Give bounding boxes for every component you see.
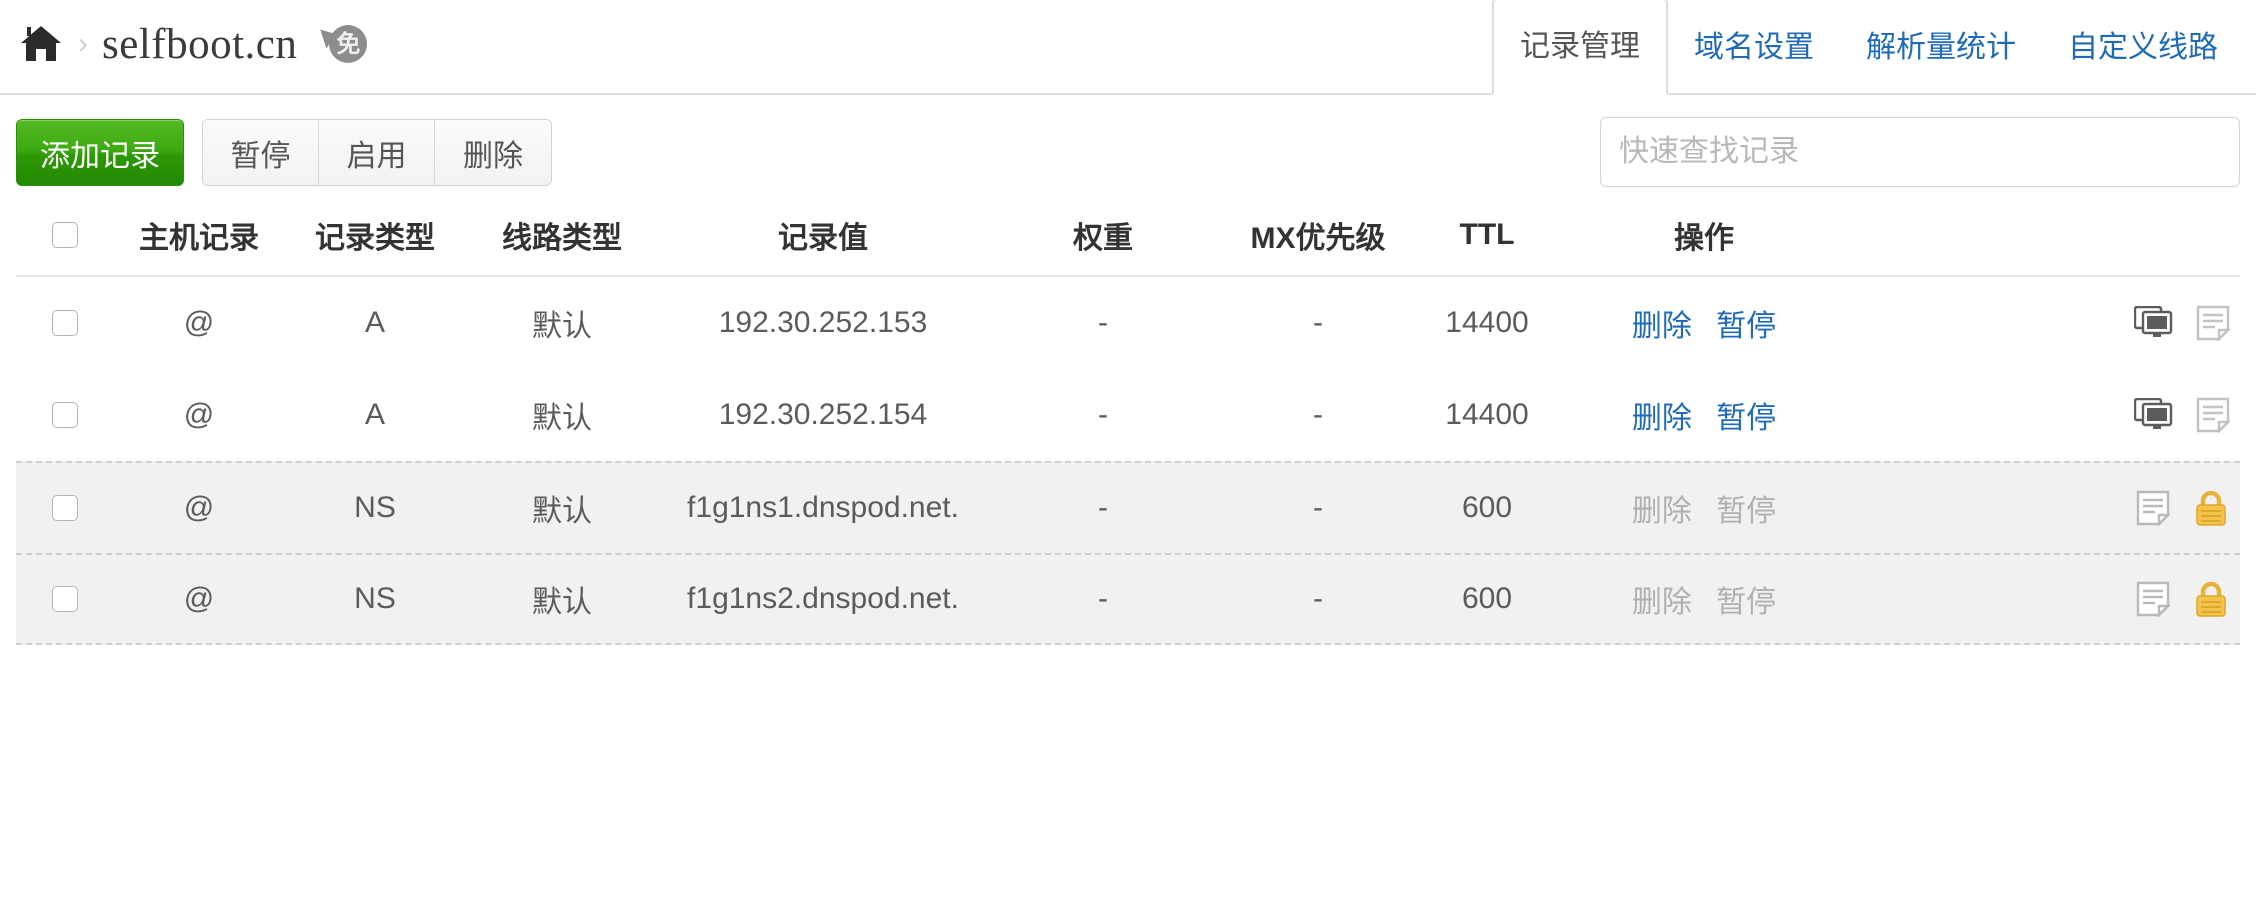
tab-domain-settings[interactable]: 域名设置 xyxy=(1668,0,1840,95)
row-delete-link: 删除 xyxy=(1631,586,1692,619)
cell-host: @ xyxy=(183,582,215,615)
note-icon[interactable] xyxy=(2136,490,2171,527)
cell-operations: 删除 暂停 xyxy=(1556,486,1852,530)
search-container xyxy=(1600,117,2240,187)
cell-type: A xyxy=(364,398,385,431)
cell-value: 192.30.252.154 xyxy=(718,398,928,431)
row-pause-link[interactable]: 暂停 xyxy=(1716,402,1776,435)
cell-operations: 删除 暂停 xyxy=(1556,301,1852,345)
note-icon[interactable] xyxy=(2196,397,2231,434)
row-select-cell xyxy=(16,495,114,521)
cell-line: 默认 xyxy=(532,402,592,435)
cell-operations: 删除 暂停 xyxy=(1556,393,1852,437)
note-icon[interactable] xyxy=(2136,581,2171,618)
cell-ttl: 14400 xyxy=(1445,306,1529,339)
table-row[interactable]: @ A 默认 192.30.252.153 - - 14400 删除 暂停 xyxy=(16,277,2240,369)
cell-ttl: 600 xyxy=(1461,582,1513,615)
row-select-cell xyxy=(16,402,114,428)
cell-line: 默认 xyxy=(532,310,592,343)
cell-host: @ xyxy=(183,491,215,524)
cell-type: NS xyxy=(354,491,396,524)
cell-row-icons xyxy=(1852,489,2240,527)
row-checkbox[interactable] xyxy=(52,586,78,612)
row-checkbox[interactable] xyxy=(52,310,78,336)
cell-ttl: 600 xyxy=(1461,491,1513,524)
pause-button[interactable]: 暂停 xyxy=(203,120,319,185)
select-all-checkbox[interactable] xyxy=(52,222,78,248)
cell-row-icons xyxy=(1852,580,2240,618)
breadcrumb: › selfboot.cn 免 xyxy=(18,6,369,82)
lock-icon xyxy=(2192,489,2230,527)
row-select-cell xyxy=(16,310,114,336)
breadcrumb-domain[interactable]: selfboot.cn xyxy=(102,23,297,66)
page-header: › selfboot.cn 免 记录管理 域名设置 解析量统计 自定义线路 xyxy=(0,0,2256,95)
column-header-ops: 操作 xyxy=(1674,222,1734,255)
cell-weight: - xyxy=(1098,398,1108,431)
column-header-host: 主机记录 xyxy=(139,222,259,255)
column-header-mx: MX优先级 xyxy=(1250,222,1386,255)
row-pause-link: 暂停 xyxy=(1716,586,1777,619)
nav-tabs: 记录管理 域名设置 解析量统计 自定义线路 xyxy=(1492,0,2244,95)
row-pause-link[interactable]: 暂停 xyxy=(1716,310,1776,343)
delete-button[interactable]: 删除 xyxy=(435,120,551,185)
column-header-line: 线路类型 xyxy=(502,222,622,255)
cell-value: f1g1ns1.dnspod.net. xyxy=(687,491,959,524)
cell-line: 默认 xyxy=(532,586,592,619)
cell-type: NS xyxy=(354,582,396,615)
cell-mx: - xyxy=(1313,491,1323,524)
tab-resolution-stats[interactable]: 解析量统计 xyxy=(1840,0,2042,95)
row-select-cell xyxy=(16,586,114,612)
table-row[interactable]: @ A 默认 192.30.252.154 - - 14400 删除 暂停 xyxy=(16,369,2240,461)
table-row[interactable]: @ NS 默认 f1g1ns2.dnspod.net. - - 600 删除 暂… xyxy=(16,553,2240,645)
row-delete-link[interactable]: 删除 xyxy=(1632,310,1692,343)
column-header-type: 记录类型 xyxy=(315,222,435,255)
cell-weight: - xyxy=(1098,582,1108,615)
cell-mx: - xyxy=(1313,582,1323,615)
cell-weight: - xyxy=(1098,491,1108,524)
row-delete-link: 删除 xyxy=(1631,495,1692,528)
monitor-icon[interactable] xyxy=(2133,397,2174,432)
table-row[interactable]: @ NS 默认 f1g1ns1.dnspod.net. - - 600 删除 暂… xyxy=(16,461,2240,553)
column-header-value: 记录值 xyxy=(778,222,868,255)
cell-weight: - xyxy=(1098,306,1108,339)
row-delete-link[interactable]: 删除 xyxy=(1632,402,1692,435)
monitor-icon[interactable] xyxy=(2133,305,2174,340)
cell-line: 默认 xyxy=(532,495,592,528)
cell-value: 192.30.252.153 xyxy=(718,306,928,339)
table-header-row: 主机记录 记录类型 线路类型 记录值 权重 MX优先级 TTL 操作 xyxy=(16,195,2240,277)
toolbar: 添加记录 暂停 启用 删除 xyxy=(0,95,2256,195)
tab-custom-line[interactable]: 自定义线路 xyxy=(2042,0,2244,95)
cell-value: f1g1ns2.dnspod.net. xyxy=(687,582,959,615)
cell-mx: - xyxy=(1313,306,1323,339)
records-table: 主机记录 记录类型 线路类型 记录值 权重 MX优先级 TTL 操作 @ A 默… xyxy=(16,195,2240,645)
cell-row-icons xyxy=(1852,397,2240,434)
cell-row-icons xyxy=(1852,305,2240,342)
cell-host: @ xyxy=(183,306,215,339)
row-pause-link: 暂停 xyxy=(1716,495,1777,528)
record-action-button-group: 暂停 启用 删除 xyxy=(202,119,552,186)
column-header-ttl: TTL xyxy=(1459,218,1515,251)
cell-host: @ xyxy=(183,398,215,431)
tab-record-management[interactable]: 记录管理 xyxy=(1492,0,1668,95)
badge-label: 免 xyxy=(336,30,361,58)
row-checkbox[interactable] xyxy=(52,402,78,428)
note-icon[interactable] xyxy=(2196,305,2231,342)
breadcrumb-separator: › xyxy=(78,27,88,60)
cell-operations: 删除 暂停 xyxy=(1556,577,1852,621)
enable-button[interactable]: 启用 xyxy=(319,120,435,185)
row-checkbox[interactable] xyxy=(52,495,78,521)
free-badge-icon: 免 xyxy=(320,23,369,65)
cell-ttl: 14400 xyxy=(1445,398,1529,431)
cell-mx: - xyxy=(1313,398,1323,431)
cell-type: A xyxy=(364,306,385,339)
select-all-cell xyxy=(16,222,114,248)
home-icon[interactable] xyxy=(18,21,64,67)
lock-icon xyxy=(2192,580,2230,618)
column-header-weight: 权重 xyxy=(1073,222,1133,255)
add-record-button[interactable]: 添加记录 xyxy=(16,119,184,186)
search-input[interactable] xyxy=(1600,117,2240,187)
